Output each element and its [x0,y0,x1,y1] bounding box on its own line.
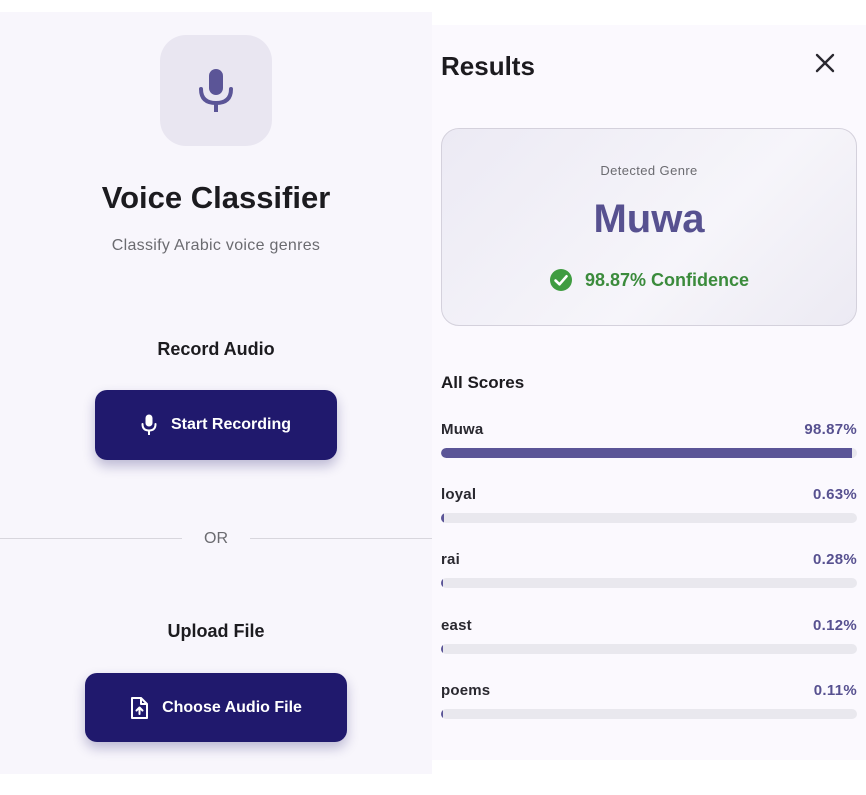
score-value: 0.12% [812,617,857,634]
score-value: 0.11% [813,682,857,699]
results-title: Results [441,51,535,81]
confidence-row: 98.87% Confidence [442,268,856,292]
score-name: loyal [441,486,477,503]
score-name: rai [441,551,460,568]
score-bar-fill [441,578,443,588]
or-divider-label: OR [204,530,228,547]
score-name: poems [441,682,491,699]
detected-genre-name: Muwa [593,197,705,241]
upload-section-title: Upload File [167,621,265,641]
mic-icon [141,414,157,435]
file-upload-icon [131,696,149,719]
classifier-panel: Voice Classifier Classify Arabic voice g… [0,12,432,774]
score-bar-track [441,513,857,523]
score-name: east [441,617,472,634]
results-sheet: Results Detected Genre Muwa 98.87% Confi… [432,25,866,760]
check-circle-icon [549,269,572,291]
score-bar-track [441,709,857,719]
app-logo-tile [160,35,272,146]
score-item: poems 0.11% [441,682,857,732]
mic-icon [199,68,233,112]
score-item: rai 0.28% [441,551,857,601]
record-section-title: Record Audio [157,339,275,359]
score-item: Muwa 98.87% [441,421,857,471]
all-scores-title: All Scores [441,373,525,392]
app-title: Voice Classifier [101,180,331,215]
choose-audio-file-label: Choose Audio File [162,698,302,716]
choose-audio-file-button[interactable]: Choose Audio File [85,673,347,742]
score-item: east 0.12% [441,617,857,667]
start-recording-label: Start Recording [170,416,291,433]
score-item: loyal 0.63% [441,486,857,536]
score-bar-track [441,448,857,458]
detected-genre-label: Detected Genre [600,163,698,178]
divider-line-right [250,538,432,539]
score-bar-track [441,644,857,654]
close-button[interactable] [812,50,838,76]
score-value: 98.87% [804,421,857,438]
start-recording-button[interactable]: Start Recording [95,390,337,460]
score-name: Muwa [441,421,484,438]
score-value: 0.28% [812,551,857,568]
score-bar-track [441,578,857,588]
score-value: 0.63% [812,486,857,503]
score-bar-fill [441,644,443,654]
divider-line-left [0,538,182,539]
detected-genre-card: Detected Genre Muwa 98.87% Confidence [441,128,857,326]
app-subtitle: Classify Arabic voice genres [111,237,321,254]
score-bar-fill [441,448,852,458]
score-bar-fill [441,709,443,719]
close-icon [815,53,835,73]
score-bar-fill [441,513,444,523]
confidence-text: 98.87% Confidence [584,269,750,290]
